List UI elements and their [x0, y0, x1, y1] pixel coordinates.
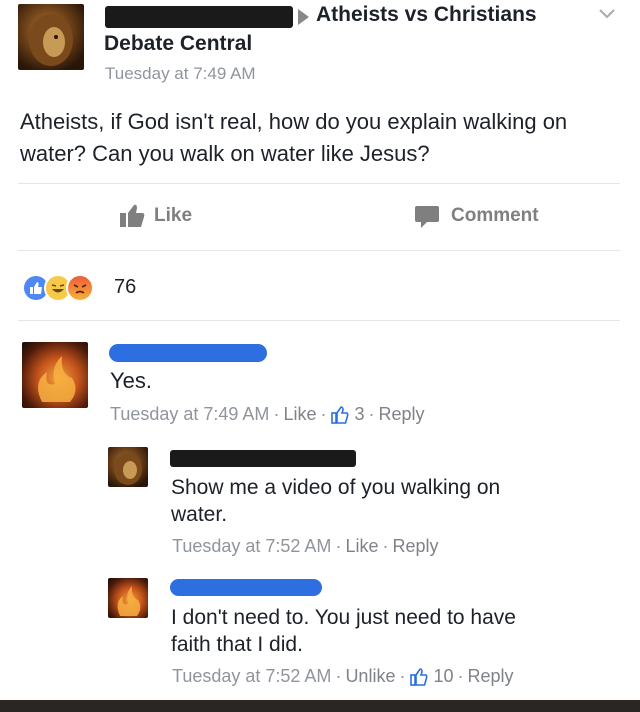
- screen-bottom-bar: [0, 700, 640, 712]
- reactions-summary[interactable]: 76: [22, 274, 142, 302]
- meta-separator: ·: [273, 404, 280, 424]
- comment-icon: [415, 206, 439, 228]
- reply-text-line2: faith that I did.: [171, 633, 303, 656]
- reaction-count: 76: [114, 276, 137, 298]
- like-button[interactable]: Like: [118, 203, 192, 229]
- meta-separator: ·: [335, 666, 342, 686]
- comment-meta: Tuesday at 7:49 AM · Like · 3 · Reply: [110, 404, 425, 425]
- reply-text-line1: Show me a video of you walking on: [171, 476, 501, 499]
- arrow-right-icon: [298, 9, 309, 25]
- thumbs-up-outline-icon: [331, 405, 349, 424]
- lion-icon: [114, 453, 142, 485]
- reply-text-line2: water.: [171, 503, 228, 526]
- reply-like-link[interactable]: Like: [345, 536, 378, 557]
- meta-separator: ·: [368, 404, 375, 424]
- thumbs-up-icon: [120, 204, 145, 227]
- comment-text: Yes.: [110, 368, 153, 393]
- thumbs-up-outline-icon: [410, 667, 428, 686]
- group-name-line2[interactable]: Debate Central: [104, 32, 252, 56]
- fire-icon: [38, 356, 76, 402]
- reply-avatar[interactable]: [108, 447, 148, 487]
- redacted-commenter-name: [109, 344, 267, 362]
- meta-separator: ·: [399, 666, 406, 686]
- reactions-divider: [18, 320, 620, 321]
- angry-reaction-icon: [66, 274, 94, 302]
- meta-separator: ·: [335, 536, 342, 556]
- lion-icon: [29, 14, 73, 66]
- reply-timestamp[interactable]: Tuesday at 7:52 AM: [172, 666, 331, 687]
- meta-separator: ·: [382, 536, 389, 556]
- reply-reply-link[interactable]: Reply: [392, 536, 438, 557]
- comment-like-count[interactable]: 3: [354, 404, 364, 425]
- comment-button[interactable]: Comment: [413, 203, 539, 229]
- comment-label: Comment: [451, 205, 539, 226]
- reply-reply-link[interactable]: Reply: [468, 666, 514, 687]
- group-name[interactable]: Atheists vs Christians: [316, 3, 537, 27]
- reply-unlike-link[interactable]: Unlike: [345, 666, 395, 687]
- chevron-down-icon[interactable]: [598, 7, 616, 26]
- post-body: Atheists, if God isn't real, how do you …: [20, 109, 568, 166]
- reply-text: I don't need to. You just need to have f…: [171, 604, 516, 658]
- like-label: Like: [154, 205, 193, 226]
- meta-separator: ·: [320, 404, 327, 424]
- fire-icon: [117, 586, 141, 616]
- commenter-avatar[interactable]: [22, 342, 88, 408]
- reply-meta: Tuesday at 7:52 AM · Unlike · 10 · Reply: [172, 666, 514, 687]
- reply-text: Show me a video of you walking on water.: [171, 474, 500, 528]
- reply-meta: Tuesday at 7:52 AM · Like · Reply: [172, 536, 439, 557]
- group-avatar[interactable]: [18, 4, 84, 70]
- comment-reply-link[interactable]: Reply: [378, 404, 424, 425]
- redacted-author-name: [105, 6, 293, 28]
- post-timestamp[interactable]: Tuesday at 7:49 AM: [105, 64, 256, 84]
- meta-separator: ·: [457, 666, 464, 686]
- action-divider: [18, 250, 620, 251]
- redacted-reply-author: [170, 450, 356, 467]
- post-divider: [18, 183, 620, 184]
- reply-like-count[interactable]: 10: [433, 666, 453, 687]
- reply-timestamp[interactable]: Tuesday at 7:52 AM: [172, 536, 331, 557]
- reply-text-line1: I don't need to. You just need to have: [171, 606, 516, 629]
- reply-avatar[interactable]: [108, 578, 148, 618]
- comment-like-link[interactable]: Like: [283, 404, 316, 425]
- redacted-reply-author: [170, 579, 322, 596]
- comment-timestamp[interactable]: Tuesday at 7:49 AM: [110, 404, 269, 425]
